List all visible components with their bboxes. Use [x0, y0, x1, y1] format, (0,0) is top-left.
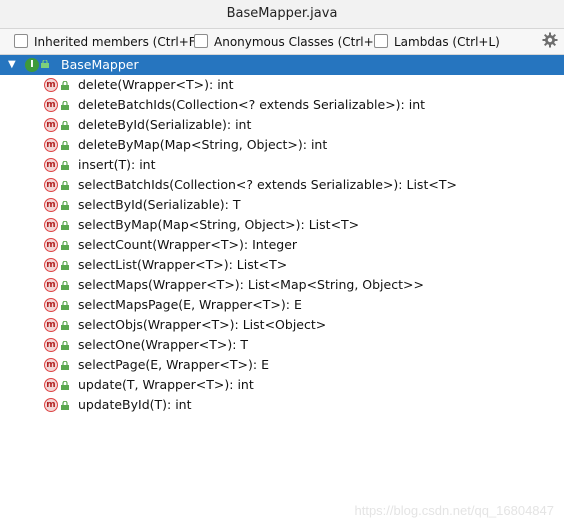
lock-icon	[41, 60, 49, 68]
tree-method-row[interactable]: m selectByMap(Map<String, Object>): List<…	[0, 215, 564, 235]
tree-method-row[interactable]: m deleteByMap(Map<String, Object>): int	[0, 135, 564, 155]
public-lock-icon	[61, 321, 69, 330]
method-signature: selectMaps(Wrapper<T>): List<Map<String,…	[78, 277, 424, 292]
method-icon: m	[44, 98, 58, 112]
method-signature: update(T, Wrapper<T>): int	[78, 377, 254, 392]
method-signature: selectMapsPage(E, Wrapper<T>): E	[78, 297, 302, 312]
interface-icon: I	[25, 58, 39, 72]
inherited-members-label: Inherited members (Ctrl+F3)	[34, 35, 208, 49]
tree-method-row[interactable]: m deleteBatchIds(Collection<? extends Ser…	[0, 95, 564, 115]
structure-tree: ▼ I BaseMapper m delete(Wrapper<T>): int m…	[0, 55, 564, 528]
tree-method-row[interactable]: m updateById(T): int	[0, 395, 564, 415]
method-icon: m	[44, 198, 58, 212]
method-icon: m	[44, 378, 58, 392]
method-icon: m	[44, 298, 58, 312]
method-signature: delete(Wrapper<T>): int	[78, 77, 234, 92]
public-lock-icon	[61, 221, 69, 230]
method-icon: m	[44, 338, 58, 352]
tree-method-row[interactable]: m delete(Wrapper<T>): int	[0, 75, 564, 95]
tree-method-row[interactable]: m selectPage(E, Wrapper<T>): E	[0, 355, 564, 375]
tree-method-row[interactable]: m selectBatchIds(Collection<? extends Ser…	[0, 175, 564, 195]
public-lock-icon	[61, 121, 69, 130]
method-icon: m	[44, 218, 58, 232]
chevron-down-icon[interactable]: ▼	[8, 55, 16, 75]
method-signature: deleteByMap(Map<String, Object>): int	[78, 137, 328, 152]
method-signature: selectObjs(Wrapper<T>): List<Object>	[78, 317, 327, 332]
method-signature: insert(T): int	[78, 157, 156, 172]
public-lock-icon	[61, 341, 69, 350]
public-lock-icon	[61, 301, 69, 310]
method-icon: m	[44, 158, 58, 172]
public-lock-icon	[61, 161, 69, 170]
method-signature: selectCount(Wrapper<T>): Integer	[78, 237, 298, 252]
public-lock-icon	[61, 141, 69, 150]
public-lock-icon	[61, 201, 69, 210]
tree-method-row[interactable]: m selectMaps(Wrapper<T>): List<Map<String…	[0, 275, 564, 295]
lambdas-checkbox-box[interactable]	[374, 34, 388, 48]
public-lock-icon	[61, 401, 69, 410]
method-signature: deleteById(Serializable): int	[78, 117, 252, 132]
method-icon: m	[44, 118, 58, 132]
tree-method-row[interactable]: m update(T, Wrapper<T>): int	[0, 375, 564, 395]
structure-toolbar: Inherited members (Ctrl+F3) Anonymous Cl…	[0, 29, 564, 55]
tree-method-row[interactable]: m selectOne(Wrapper<T>): T	[0, 335, 564, 355]
tree-method-row[interactable]: m selectList(Wrapper<T>): List<T>	[0, 255, 564, 275]
method-icon: m	[44, 278, 58, 292]
public-lock-icon	[61, 101, 69, 110]
tree-method-row[interactable]: m selectObjs(Wrapper<T>): List<Object>	[0, 315, 564, 335]
method-icon: m	[44, 138, 58, 152]
tree-root-label: BaseMapper	[61, 57, 139, 72]
method-icon: m	[44, 398, 58, 412]
public-lock-icon	[61, 381, 69, 390]
public-lock-icon	[61, 261, 69, 270]
tree-method-row[interactable]: m selectById(Serializable): T	[0, 195, 564, 215]
method-signature: selectBatchIds(Collection<? extends Seri…	[78, 177, 457, 192]
lambdas-checkbox[interactable]: Lambdas (Ctrl+L)	[374, 34, 500, 49]
public-lock-icon	[61, 81, 69, 90]
method-signature: selectList(Wrapper<T>): List<T>	[78, 257, 288, 272]
anonymous-classes-checkbox-box[interactable]	[194, 34, 208, 48]
method-icon: m	[44, 78, 58, 92]
method-signature: deleteBatchIds(Collection<? extends Seri…	[78, 97, 426, 112]
tree-method-row[interactable]: m selectMapsPage(E, Wrapper<T>): E	[0, 295, 564, 315]
public-lock-icon	[61, 361, 69, 370]
method-signature: selectOne(Wrapper<T>): T	[78, 337, 249, 352]
gear-icon[interactable]	[542, 32, 558, 48]
public-lock-icon	[61, 281, 69, 290]
inherited-members-checkbox[interactable]: Inherited members (Ctrl+F3)	[14, 34, 208, 49]
lambdas-label: Lambdas (Ctrl+L)	[394, 35, 500, 49]
method-signature: updateById(T): int	[78, 397, 192, 412]
method-icon: m	[44, 358, 58, 372]
method-signature: selectById(Serializable): T	[78, 197, 241, 212]
tree-method-row[interactable]: m insert(T): int	[0, 155, 564, 175]
inherited-members-checkbox-box[interactable]	[14, 34, 28, 48]
tree-method-row[interactable]: m selectCount(Wrapper<T>): Integer	[0, 235, 564, 255]
anonymous-classes-checkbox[interactable]: Anonymous Classes (Ctrl+I)	[194, 34, 382, 49]
method-icon: m	[44, 238, 58, 252]
anonymous-classes-label: Anonymous Classes (Ctrl+I)	[214, 35, 382, 49]
method-icon: m	[44, 258, 58, 272]
tree-method-row[interactable]: m deleteById(Serializable): int	[0, 115, 564, 135]
tree-root-basemapper[interactable]: ▼ I BaseMapper	[0, 55, 564, 75]
watermark: https://blog.csdn.net/qq_16804847	[354, 503, 555, 518]
window-title: BaseMapper.java	[0, 0, 564, 29]
method-icon: m	[44, 178, 58, 192]
public-lock-icon	[61, 181, 69, 190]
method-signature: selectPage(E, Wrapper<T>): E	[78, 357, 269, 372]
method-signature: selectByMap(Map<String, Object>): List<T…	[78, 217, 360, 232]
method-icon: m	[44, 318, 58, 332]
public-lock-icon	[61, 241, 69, 250]
